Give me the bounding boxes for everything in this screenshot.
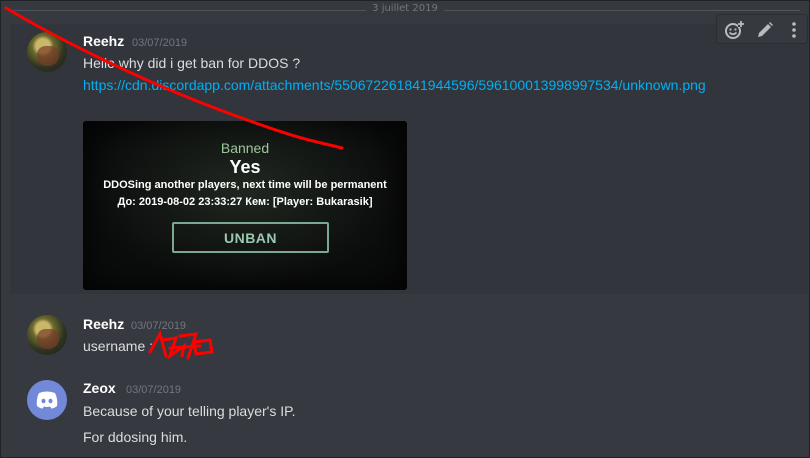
more-icon xyxy=(792,22,796,38)
embed-reason: DDOSing another players, next time will … xyxy=(103,179,387,191)
avatar[interactable] xyxy=(27,315,67,355)
avatar[interactable] xyxy=(27,32,67,72)
discord-logo-icon xyxy=(36,391,58,409)
message-text: username : xyxy=(83,338,154,354)
message-toolbar xyxy=(716,14,808,44)
edit-button[interactable] xyxy=(754,19,776,41)
edit-icon xyxy=(758,22,773,37)
date-divider-label: 3 juillet 2019 xyxy=(366,3,444,14)
embed-status: Banned xyxy=(220,140,270,156)
embed-details: До: 2019-08-02 23:33:27 Кем: [Player: Bu… xyxy=(117,196,373,208)
add-reaction-button[interactable] xyxy=(723,19,745,41)
unban-button: UNBAN xyxy=(172,222,329,253)
timestamp: 03/07/2019 xyxy=(126,384,182,396)
username[interactable]: Reehz xyxy=(83,33,124,49)
timestamp: 03/07/2019 xyxy=(132,37,188,49)
attachment-link[interactable]: https://cdn.discordapp.com/attachments/5… xyxy=(83,74,783,96)
avatar[interactable] xyxy=(27,380,67,420)
message-text: Because of your telling player's IP. xyxy=(83,403,296,419)
message-text: For ddosing him. xyxy=(83,429,188,445)
message-text: Hello why did i get ban for DDOS ? xyxy=(83,55,301,71)
image-attachment[interactable]: Banned Yes DDOSing another players, next… xyxy=(83,121,407,290)
more-button[interactable] xyxy=(783,19,805,41)
timestamp: 03/07/2019 xyxy=(131,320,187,332)
date-divider: 3 juillet 2019 xyxy=(0,0,810,20)
username[interactable]: Zeox xyxy=(83,380,116,396)
redaction-scribble xyxy=(148,330,214,360)
add-reaction-icon xyxy=(725,21,744,39)
username[interactable]: Reehz xyxy=(83,316,124,332)
embed-answer: Yes xyxy=(229,157,261,177)
